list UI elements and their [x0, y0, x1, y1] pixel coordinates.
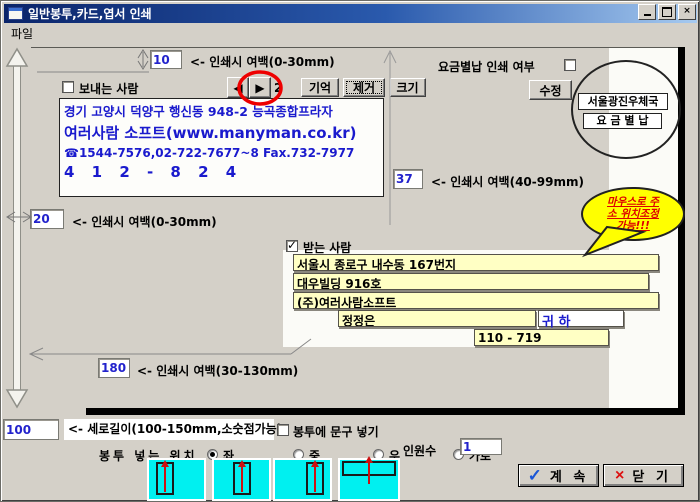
recipient-company-field[interactable]: (주)여러사람소프트 [293, 292, 659, 309]
left-margin-input[interactable] [30, 209, 64, 229]
recipient-name-field[interactable]: 정정은 [338, 310, 536, 327]
phrase-checkbox[interactable] [277, 424, 289, 436]
recipient-address2-field[interactable]: 대우빌딩 916호 [293, 273, 649, 290]
top-margin-label: <- 인쇄시 여백(0-30mm) [190, 55, 335, 69]
position-tile-right[interactable] [273, 458, 332, 501]
sender-checkbox[interactable] [62, 81, 74, 93]
postage-checkbox[interactable] [564, 59, 576, 71]
sender-postal-code: 4 1 2 - 8 2 4 [64, 163, 243, 181]
recipient-checkbox[interactable] [286, 238, 298, 252]
preview-bottom-border [86, 408, 678, 415]
tooltip-line2: 소 위치조정 [607, 208, 659, 220]
next-arrow-button[interactable]: ▶ [249, 77, 271, 98]
phrase-checkbox-label: 봉투에 문구 넣기 [293, 425, 379, 439]
recipient-honorific-field[interactable]: 귀 하 [538, 310, 624, 330]
right-margin-input[interactable] [393, 169, 423, 189]
remove-button[interactable]: 제거 [343, 78, 385, 97]
size-button[interactable]: 크기 [389, 78, 426, 97]
continue-button[interactable]: ✓ 계 속 [518, 464, 599, 487]
preview-top-border [31, 47, 679, 48]
tooltip-line3: 가능!!! [616, 220, 650, 232]
top-margin-arrow [137, 49, 149, 70]
right-margin-label: <- 인쇄시 여백(40-99mm) [431, 175, 584, 189]
up-arrow-icon [161, 460, 169, 467]
title-bar: 일반봉투,카드,엽서 인쇄 [4, 4, 697, 23]
bottom-margin-dimension-line [28, 338, 312, 361]
sender-address-line2: 여러사람 소프트(www.manyman.co.kr) [64, 124, 357, 142]
app-window: 일반봉투,카드,엽서 인쇄 × 파일 <- 인쇄시 여백(0-30mm) 보내는… [0, 0, 700, 502]
left-height-arrow [5, 47, 29, 409]
length-label: <- 세로길이(100-150mm,소숫점가능) [64, 419, 282, 440]
menu-bar: 파일 [4, 23, 697, 41]
position-tile-left[interactable] [147, 458, 206, 501]
mouse-tooltip-bubble: 마우스로 주 소 위치조정 가능!!! [581, 187, 685, 241]
close-icon[interactable]: × [678, 4, 696, 20]
count-label: 인원수 [403, 444, 437, 458]
length-input[interactable] [3, 419, 59, 440]
window-controls: × [638, 4, 696, 20]
position-tile-horizontal[interactable] [338, 456, 400, 501]
minimize-icon[interactable] [638, 4, 656, 20]
position-tile-center[interactable] [212, 458, 271, 501]
stamp-postage-paid: 요 금 별 납 [583, 113, 662, 129]
stamp-post-office: 서울광진우체국 [578, 93, 668, 110]
prev-arrow-button[interactable]: ◀ [227, 77, 249, 98]
bottom-margin-input[interactable] [98, 358, 130, 378]
top-margin-input[interactable] [150, 50, 182, 69]
postage-label: 요금별납 인쇄 여부 [438, 60, 535, 74]
sender-page-number: 2 [274, 81, 283, 95]
recipient-address1-field[interactable]: 서울시 종로구 내수동 167번지 [293, 254, 659, 271]
edit-button[interactable]: 수정 [529, 80, 572, 100]
left-margin-label: <- 인쇄시 여백(0-30mm) [72, 215, 217, 229]
tooltip-line1: 마우스로 주 [607, 196, 659, 208]
window-title: 일반봉투,카드,엽서 인쇄 [28, 7, 152, 21]
sender-address-line3: ☎1544-7576,02-722-7677~8 Fax.732-7977 [64, 146, 355, 160]
up-arrow-icon [365, 456, 373, 463]
maximize-icon[interactable] [658, 4, 676, 20]
close-button[interactable]: × 닫 기 [603, 464, 684, 487]
remember-button[interactable]: 기억 [301, 78, 339, 97]
up-arrow-icon [238, 460, 246, 467]
x-icon: × [615, 466, 625, 484]
up-arrow-icon [311, 460, 319, 467]
sender-checkbox-label: 보내는 사람 [79, 82, 139, 96]
app-icon [8, 7, 23, 20]
sender-address-line1: 경기 고양시 덕양구 행신동 948-2 능곡종합프라자 [64, 104, 333, 119]
recipient-postal-code-field[interactable]: 110 - 719 [474, 329, 609, 346]
left-margin-arrow [6, 211, 32, 223]
check-icon: ✓ [527, 465, 542, 485]
count-input[interactable] [460, 438, 502, 455]
sender-address-box[interactable]: 경기 고양시 덕양구 행신동 948-2 능곡종합프라자 여러사람 소프트(ww… [59, 98, 384, 197]
bottom-margin-label: <- 인쇄시 여백(30-130mm) [137, 364, 299, 378]
menu-file[interactable]: 파일 [11, 25, 33, 42]
